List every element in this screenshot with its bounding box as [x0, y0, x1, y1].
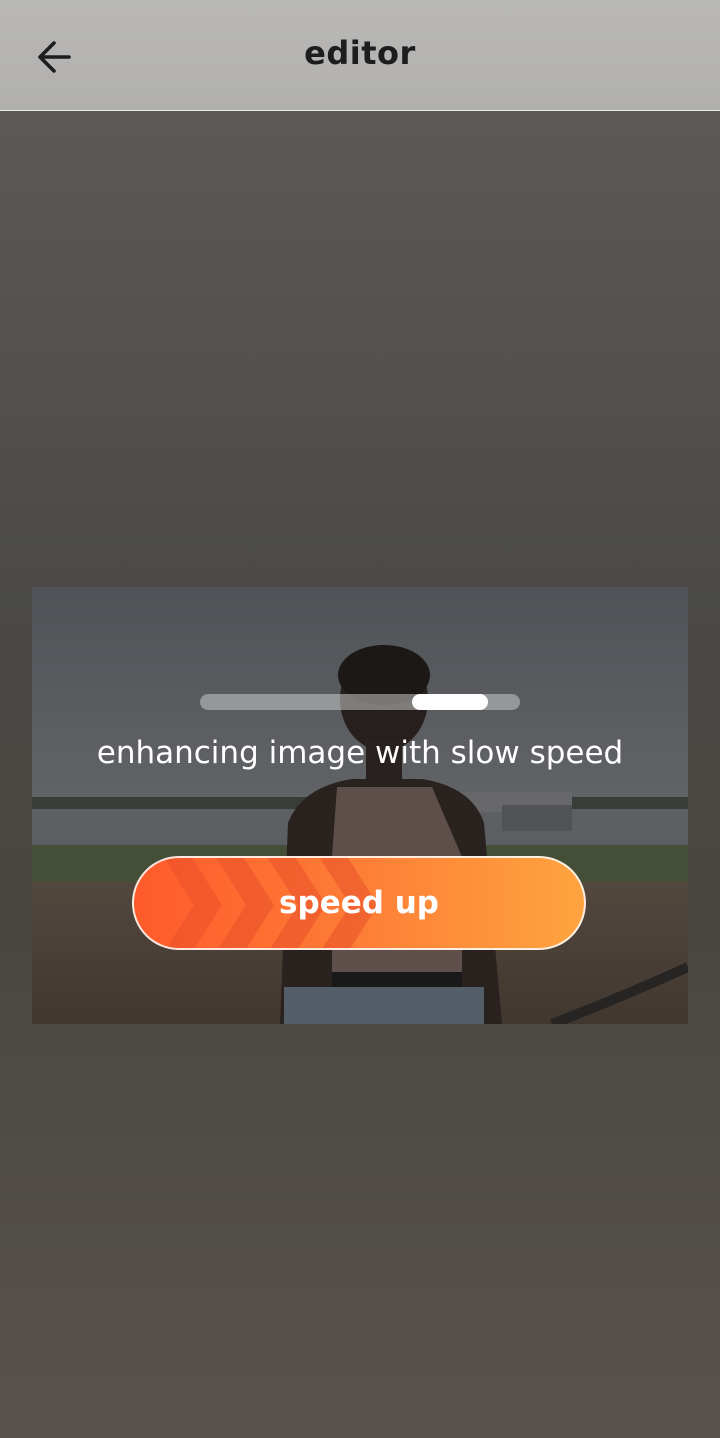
app-header: editor [0, 0, 720, 111]
page-title: editor [304, 34, 416, 72]
speed-up-button[interactable]: speed up [132, 856, 586, 950]
progress-indicator [412, 694, 488, 710]
enhance-status-text: enhancing image with slow speed [96, 735, 624, 771]
speed-up-label: speed up [279, 885, 439, 921]
image-preview: enhancing image with slow speed speed up [32, 587, 688, 1024]
photo-dim-overlay [32, 587, 688, 1024]
enhance-progress-bar [200, 694, 520, 710]
